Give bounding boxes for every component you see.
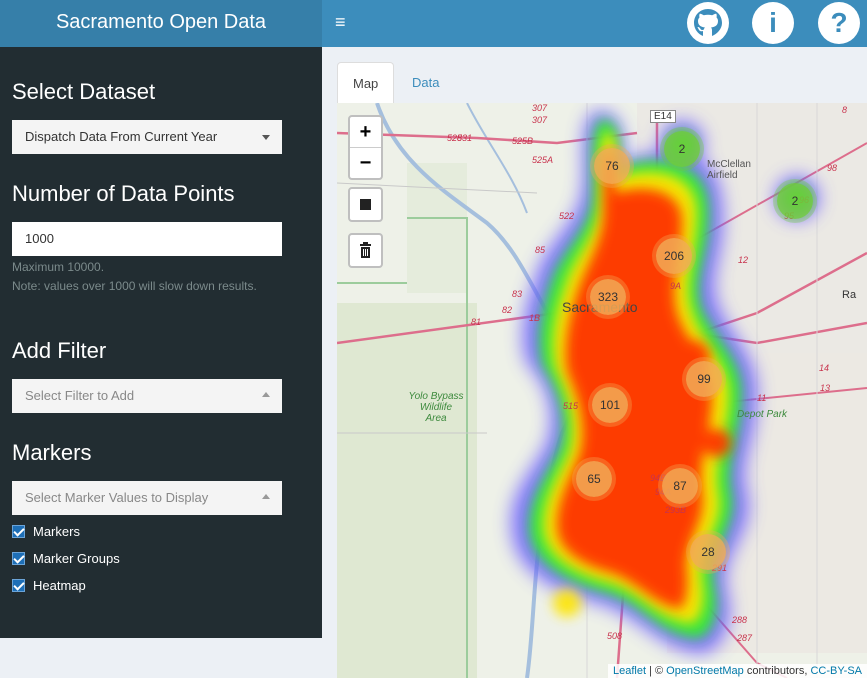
delete-shapes-button[interactable]: [348, 233, 383, 268]
route-label-525a: 525A: [532, 155, 554, 165]
route-label-82: 82: [502, 305, 513, 315]
route-label-525b: 525B: [512, 136, 534, 146]
app-title[interactable]: Sacramento Open Data: [0, 0, 322, 47]
info-icon[interactable]: i: [752, 2, 794, 44]
depot-park-label: Depot Park: [737, 409, 788, 420]
checkbox-checked-icon[interactable]: [12, 525, 25, 538]
data-points-input[interactable]: 1000: [12, 222, 282, 256]
map-view[interactable]: 531 528 525B 525A 522 85 83 82 81 1B 9A …: [337, 103, 867, 678]
cluster-marker[interactable]: 206: [656, 238, 692, 274]
yolo-bypass-label: Yolo Bypass Wildlife Area: [407, 391, 465, 424]
cluster-marker[interactable]: 323: [590, 279, 626, 315]
route-label-81: 81: [471, 317, 482, 327]
mcclellan-line2: Airfield: [707, 170, 738, 181]
cluster-marker[interactable]: 2: [664, 131, 700, 167]
osm-link[interactable]: OpenStreetMap: [666, 665, 744, 677]
add-filter-heading: Add Filter: [12, 338, 107, 363]
route-label-288: 288: [732, 615, 748, 625]
route-label-307: 307: [532, 103, 548, 113]
map-attribution: Leaflet | © OpenStreetMap contributors, …: [607, 664, 867, 678]
license-link[interactable]: CC-BY-SA: [810, 665, 862, 677]
route-label-287: 287: [737, 633, 753, 643]
route-label-98: 98: [827, 163, 838, 173]
attribution-contributors: contributors,: [743, 665, 811, 677]
route-label-11: 11: [757, 393, 767, 403]
github-icon[interactable]: [687, 2, 729, 44]
cluster-marker[interactable]: 2: [777, 183, 813, 219]
route-label-515: 515: [563, 401, 579, 411]
data-points-heading: Number of Data Points: [12, 181, 235, 206]
cluster-marker[interactable]: 101: [592, 387, 628, 423]
attribution-separator: | ©: [646, 665, 667, 677]
cluster-marker[interactable]: 65: [576, 461, 612, 497]
tab-map[interactable]: Map: [337, 62, 394, 103]
marker-groups-checkbox-label: Marker Groups: [33, 551, 120, 566]
sidebar-toggle-button[interactable]: ≡: [335, 0, 346, 47]
header-bar: Sacramento Open Data ≡ i ?: [0, 0, 867, 47]
checkbox-checked-icon[interactable]: [12, 579, 25, 592]
cluster-marker[interactable]: 87: [662, 468, 698, 504]
draw-rectangle-button[interactable]: [348, 187, 383, 222]
route-label-9a: 9A: [670, 281, 682, 291]
chevron-down-icon: [262, 135, 270, 140]
yolo-label-line1: Yolo Bypass: [408, 391, 464, 402]
route-label-13: 13: [820, 383, 831, 393]
zoom-in-button[interactable]: +: [350, 117, 381, 148]
route-label-12: 12: [738, 255, 749, 265]
heatmap-checkbox-label: Heatmap: [33, 578, 86, 593]
yolo-label-line3: Area: [425, 413, 447, 424]
route-label-522: 522: [559, 211, 575, 221]
sidebar: Select Dataset Dispatch Data From Curren…: [0, 47, 322, 638]
mcclellan-label: McClellan Airfield: [707, 159, 751, 181]
route-label-1b: 1B: [529, 313, 541, 323]
tab-data[interactable]: Data: [397, 62, 454, 103]
filter-select-placeholder: Select Filter to Add: [25, 388, 135, 403]
zoom-control: + −: [348, 115, 383, 180]
markers-checkbox-label: Markers: [33, 524, 80, 539]
route-label-85: 85: [535, 245, 546, 255]
checkbox-checked-icon[interactable]: [12, 552, 25, 565]
main-content: Map Data 531 528 525B 525A 522 85 83 82 …: [322, 47, 867, 678]
help-icon[interactable]: ?: [818, 2, 860, 44]
filter-select[interactable]: Select Filter to Add: [12, 379, 282, 413]
rancho-label: Ra: [842, 289, 857, 301]
route-label-293b: 293B: [665, 505, 687, 515]
marker-values-select[interactable]: Select Marker Values to Display: [12, 481, 282, 515]
cluster-marker[interactable]: 28: [690, 534, 726, 570]
markers-heading: Markers: [12, 440, 92, 465]
chevron-up-icon: [262, 392, 270, 397]
marker-values-placeholder: Select Marker Values to Display: [25, 490, 209, 505]
route-label-8: 8: [842, 105, 848, 115]
route-shield-e14: E14: [650, 110, 676, 123]
cluster-marker[interactable]: 76: [594, 148, 630, 184]
mcclellan-line1: McClellan: [707, 159, 751, 170]
trash-icon: [360, 242, 371, 258]
leaflet-link[interactable]: Leaflet: [613, 665, 646, 677]
data-points-help-note: Note: values over 1000 will slow down re…: [12, 279, 257, 293]
route-label-508: 508: [607, 631, 623, 641]
select-dataset-heading: Select Dataset: [12, 79, 156, 104]
route-label-14: 14: [819, 363, 830, 373]
square-icon: [360, 199, 371, 210]
route-label-528: 528: [447, 133, 463, 143]
chevron-up-icon: [262, 494, 270, 499]
yolo-label-line2: Wildlife: [419, 402, 453, 413]
dataset-select[interactable]: Dispatch Data From Current Year: [12, 120, 282, 154]
zoom-out-button[interactable]: −: [350, 148, 381, 178]
tab-bar: Map Data: [337, 62, 867, 103]
data-points-help-max: Maximum 10000.: [12, 260, 105, 274]
cluster-marker[interactable]: 99: [686, 361, 722, 397]
dataset-select-value: Dispatch Data From Current Year: [25, 129, 218, 144]
route-label-307b: 307: [532, 115, 548, 125]
route-label-83: 83: [512, 289, 523, 299]
